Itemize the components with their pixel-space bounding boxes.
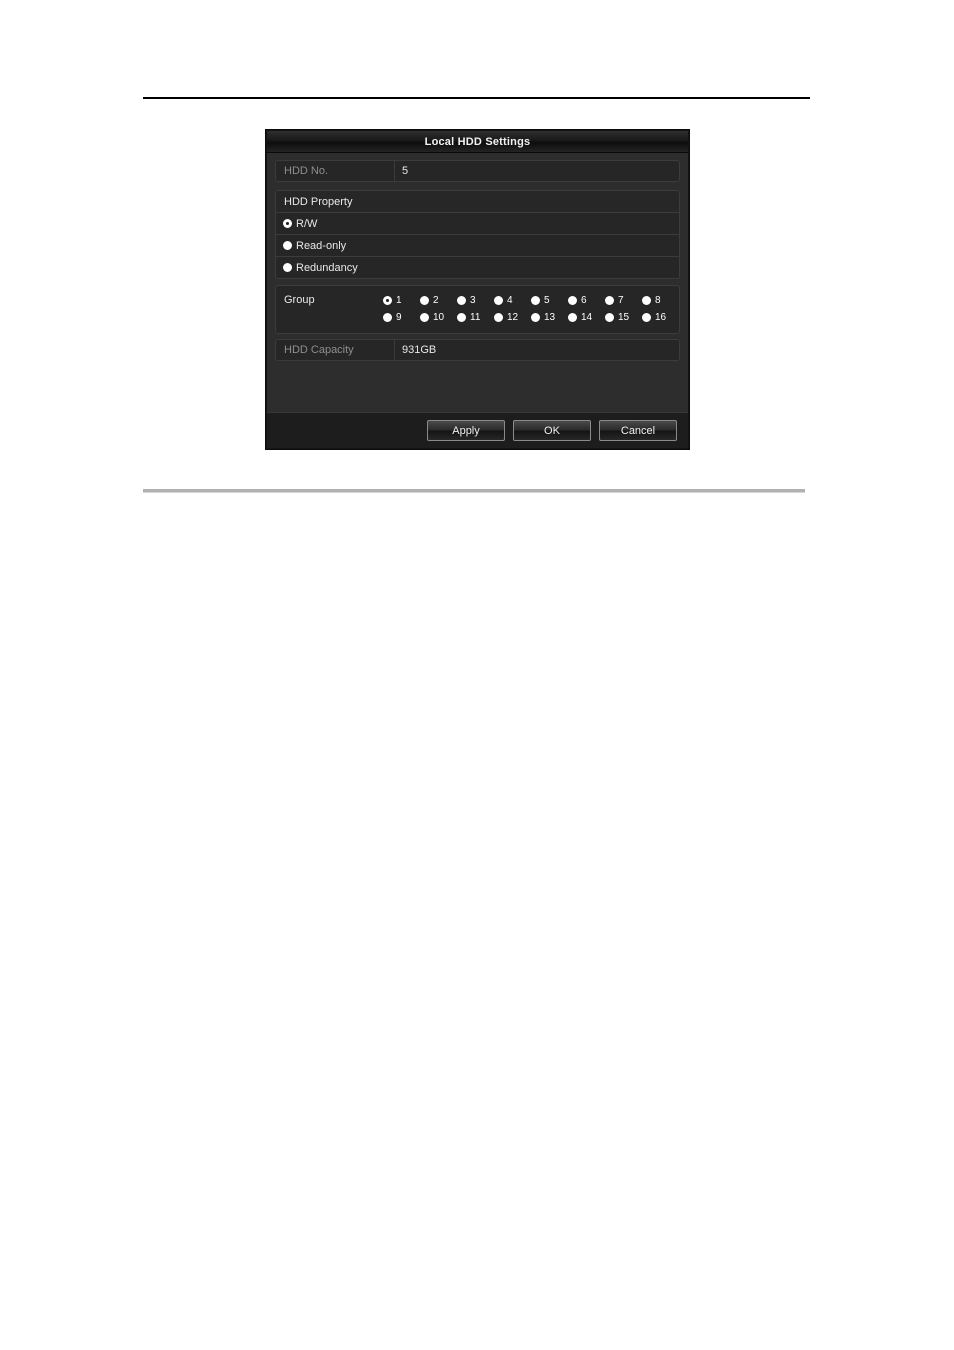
dialog-body: HDD No. 5 HDD Property R/W Read-only Red… — [267, 153, 688, 414]
hdd-property-option-label: R/W — [296, 217, 318, 230]
group-radio-7[interactable]: 7 — [605, 294, 642, 306]
hdd-property-header: HDD Property — [276, 191, 679, 213]
group-radio-9[interactable]: 9 — [383, 311, 420, 323]
hdd-property-option-label: Read-only — [296, 239, 347, 252]
radio-selected-icon[interactable] — [383, 296, 392, 305]
group-radio-6[interactable]: 6 — [568, 294, 605, 306]
radio-unselected-icon[interactable] — [283, 241, 292, 250]
group-radio-label: 6 — [581, 294, 587, 306]
hdd-no-value: 5 — [402, 165, 409, 177]
group-radio-label: 14 — [581, 311, 593, 323]
hdd-property-block: HDD Property R/W Read-only Redundancy — [275, 190, 680, 279]
group-radio-2[interactable]: 2 — [420, 294, 457, 306]
group-radio-label: 2 — [433, 294, 439, 306]
group-radio-label: 12 — [507, 311, 519, 323]
group-radio-3[interactable]: 3 — [457, 294, 494, 306]
radio-unselected-icon[interactable] — [457, 313, 466, 322]
group-radio-10[interactable]: 10 — [420, 311, 457, 323]
radio-unselected-icon[interactable] — [642, 296, 651, 305]
radio-unselected-icon[interactable] — [568, 296, 577, 305]
radio-unselected-icon[interactable] — [494, 296, 503, 305]
group-label: Group — [284, 294, 315, 306]
radio-selected-icon[interactable] — [283, 219, 292, 228]
group-radio-row: 9 10 11 12 13 14 15 16 — [383, 309, 679, 326]
page-header-rule — [143, 97, 810, 99]
group-radio-label: 11 — [470, 311, 481, 323]
radio-unselected-icon[interactable] — [420, 313, 429, 322]
radio-unselected-icon[interactable] — [605, 313, 614, 322]
radio-unselected-icon[interactable] — [420, 296, 429, 305]
page-footer-rule — [143, 489, 805, 493]
group-radio-label: 16 — [655, 311, 667, 323]
hdd-property-option-redundancy[interactable]: Redundancy — [276, 257, 679, 278]
apply-button[interactable]: Apply — [427, 420, 505, 441]
hdd-property-option-label: Redundancy — [296, 261, 358, 274]
radio-unselected-icon[interactable] — [568, 313, 577, 322]
dialog-footer: Apply OK Cancel — [267, 412, 688, 448]
group-radio-11[interactable]: 11 — [457, 311, 494, 323]
local-hdd-settings-dialog: Local HDD Settings HDD No. 5 HDD Propert… — [266, 130, 689, 449]
hdd-capacity-label: HDD Capacity — [276, 340, 395, 360]
hdd-property-option-rw[interactable]: R/W — [276, 213, 679, 235]
group-radio-label: 1 — [396, 294, 402, 306]
radio-unselected-icon[interactable] — [531, 296, 540, 305]
group-radio-15[interactable]: 15 — [605, 311, 642, 323]
radio-unselected-icon[interactable] — [531, 313, 540, 322]
group-radio-13[interactable]: 13 — [531, 311, 568, 323]
group-radio-4[interactable]: 4 — [494, 294, 531, 306]
group-radio-16[interactable]: 16 — [642, 311, 679, 323]
group-radio-5[interactable]: 5 — [531, 294, 568, 306]
group-radio-label: 5 — [544, 294, 550, 306]
radio-unselected-icon[interactable] — [494, 313, 503, 322]
group-radio-12[interactable]: 12 — [494, 311, 531, 323]
group-radio-label: 7 — [618, 294, 624, 306]
group-radio-grid: 1 2 3 4 5 6 7 8 9 10 11 12 13 14 15 16 — [383, 292, 679, 326]
group-radio-row: 1 2 3 4 5 6 7 8 — [383, 292, 679, 309]
dialog-titlebar: Local HDD Settings — [267, 131, 688, 153]
group-radio-label: 13 — [544, 311, 556, 323]
group-radio-14[interactable]: 14 — [568, 311, 605, 323]
dialog-title: Local HDD Settings — [424, 135, 531, 148]
radio-unselected-icon[interactable] — [642, 313, 651, 322]
group-radio-label: 10 — [433, 311, 445, 323]
hdd-capacity-value: 931GB — [402, 344, 437, 356]
radio-unselected-icon[interactable] — [457, 296, 466, 305]
group-radio-label: 9 — [396, 311, 402, 323]
group-radio-1[interactable]: 1 — [383, 294, 420, 306]
group-radio-label: 15 — [618, 311, 630, 323]
ok-button[interactable]: OK — [513, 420, 591, 441]
cancel-button[interactable]: Cancel — [599, 420, 677, 441]
hdd-capacity-row: HDD Capacity 931GB — [275, 339, 680, 361]
radio-unselected-icon[interactable] — [383, 313, 392, 322]
group-radio-8[interactable]: 8 — [642, 294, 679, 306]
group-block: Group 1 2 3 4 5 6 7 8 9 10 11 12 13 14 1… — [275, 285, 680, 334]
group-radio-label: 3 — [470, 294, 476, 306]
radio-unselected-icon[interactable] — [283, 263, 292, 272]
group-radio-label: 4 — [507, 294, 513, 306]
radio-unselected-icon[interactable] — [605, 296, 614, 305]
hdd-no-row: HDD No. 5 — [275, 160, 680, 182]
hdd-property-option-read-only[interactable]: Read-only — [276, 235, 679, 257]
hdd-no-label: HDD No. — [276, 161, 395, 181]
group-radio-label: 8 — [655, 294, 661, 306]
